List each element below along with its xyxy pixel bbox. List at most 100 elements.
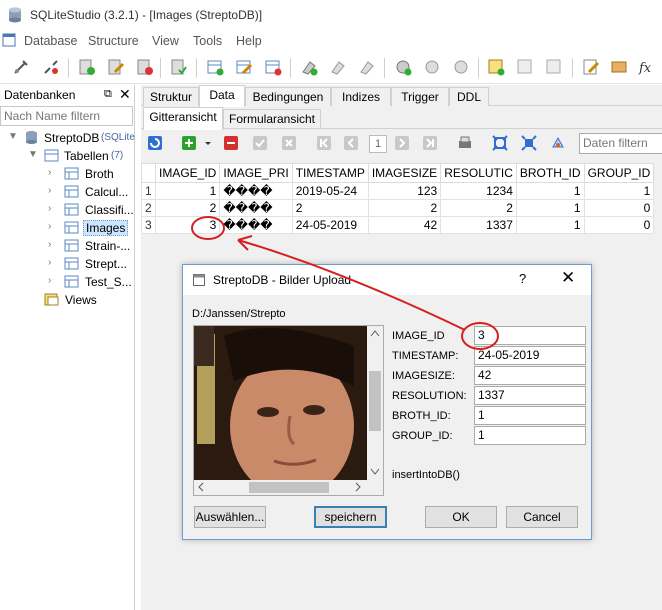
cell-group-id[interactable]: 0 bbox=[583, 216, 655, 234]
column-header[interactable]: IMAGESIZE bbox=[367, 163, 442, 183]
cell-timestamp[interactable]: 2019-05-24 bbox=[291, 182, 369, 200]
tree-table-item-selected[interactable]: › Images bbox=[0, 219, 135, 237]
cell-group-id[interactable]: 0 bbox=[583, 199, 655, 217]
cell-image-blob[interactable]: ���� bbox=[219, 182, 293, 200]
tree-table-item[interactable]: › Broth bbox=[0, 165, 135, 183]
tree-tables-folder[interactable]: ▼ Tabellen (7) bbox=[0, 147, 135, 165]
export-icon[interactable] bbox=[457, 135, 473, 151]
column-header[interactable]: TIMESTAMP bbox=[291, 163, 369, 183]
cell-timestamp[interactable]: 24-05-2019 bbox=[291, 216, 369, 234]
tree-table-item[interactable]: › Calcul... bbox=[0, 183, 135, 201]
rollback-icon[interactable] bbox=[281, 135, 297, 151]
dialog-close-button[interactable]: ✕ bbox=[561, 268, 575, 288]
tab-ddl[interactable]: DDL bbox=[449, 87, 489, 106]
data-options-icon[interactable] bbox=[550, 135, 566, 151]
expand-arrow-icon[interactable]: › bbox=[48, 185, 51, 196]
cell-resolution[interactable]: 2 bbox=[440, 199, 517, 217]
grid-mode-alt-icon[interactable] bbox=[521, 135, 537, 151]
tab-grid-view[interactable]: Gitteransicht bbox=[143, 107, 223, 130]
grid-corner[interactable] bbox=[141, 163, 156, 183]
column-header[interactable]: IMAGE_PRI bbox=[219, 163, 293, 183]
tab-struktur[interactable]: Struktur bbox=[143, 87, 199, 106]
tab-data[interactable]: Data bbox=[199, 85, 245, 107]
column-header[interactable]: IMAGE_ID bbox=[154, 163, 221, 183]
close-panel-icon[interactable]: ✕ bbox=[119, 86, 131, 103]
functions-fx-icon[interactable]: fx bbox=[638, 58, 656, 76]
cell-imagesize[interactable]: 123 bbox=[367, 182, 442, 200]
expand-arrow-icon[interactable]: › bbox=[48, 203, 51, 214]
image-preview-area[interactable] bbox=[193, 325, 384, 496]
expand-arrow-icon[interactable]: › bbox=[48, 167, 51, 178]
row-number[interactable]: 1 bbox=[141, 182, 156, 200]
group-id-input[interactable]: 1 bbox=[474, 426, 586, 445]
choose-image-button[interactable]: Auswählen... bbox=[194, 506, 266, 528]
float-panel-icon[interactable]: ⧉ bbox=[104, 88, 112, 101]
cell-image-blob[interactable]: ���� bbox=[219, 216, 293, 234]
resolution-input[interactable]: 1337 bbox=[474, 386, 586, 405]
add-table-icon[interactable] bbox=[206, 58, 224, 76]
imagesize-input[interactable]: 42 bbox=[474, 366, 586, 385]
cancel-button[interactable]: Cancel bbox=[506, 506, 578, 528]
column-header[interactable]: BROTH_ID bbox=[515, 163, 585, 183]
cell-image-blob[interactable]: ���� bbox=[219, 199, 293, 217]
tab-indizes[interactable]: Indizes bbox=[331, 87, 391, 106]
save-button[interactable]: speichern bbox=[314, 506, 387, 528]
add-row-dropdown-icon[interactable] bbox=[203, 135, 213, 151]
cell-image-id[interactable]: 2 bbox=[154, 199, 221, 217]
expand-arrow-icon[interactable]: › bbox=[48, 275, 51, 286]
cell-image-id[interactable]: 1 bbox=[154, 182, 221, 200]
tab-trigger[interactable]: Trigger bbox=[391, 87, 449, 106]
edit-index-icon[interactable] bbox=[329, 58, 347, 76]
tree-table-item[interactable]: › Strain-... bbox=[0, 237, 135, 255]
next-page-icon[interactable] bbox=[394, 135, 410, 151]
row-number[interactable]: 3 bbox=[141, 216, 156, 234]
help-button[interactable]: ? bbox=[519, 271, 526, 286]
data-filter-input[interactable]: Daten filtern bbox=[579, 133, 662, 154]
tree-views-folder[interactable]: Views bbox=[0, 291, 135, 309]
table-row[interactable]: 3 3 ���� 24-05-2019 42 1337 1 0 bbox=[141, 216, 655, 234]
refresh-db-icon[interactable] bbox=[170, 58, 188, 76]
page-number-input[interactable]: 1 bbox=[369, 135, 387, 153]
edit-sql-icon[interactable] bbox=[582, 58, 600, 76]
delete-trigger-icon[interactable] bbox=[452, 58, 470, 76]
expand-arrow-icon[interactable]: › bbox=[48, 221, 51, 232]
cell-imagesize[interactable]: 42 bbox=[367, 216, 442, 234]
row-number[interactable]: 2 bbox=[141, 199, 156, 217]
add-trigger-icon[interactable] bbox=[394, 58, 412, 76]
first-page-icon[interactable] bbox=[316, 135, 332, 151]
cell-broth-id[interactable]: 1 bbox=[515, 216, 585, 234]
table-row[interactable]: 2 2 ���� 2 2 2 1 0 bbox=[141, 199, 655, 217]
sql-editor-icon[interactable] bbox=[610, 58, 628, 76]
remove-db-icon[interactable] bbox=[136, 58, 154, 76]
image-id-input[interactable]: 3 bbox=[474, 326, 586, 345]
column-header[interactable]: GROUP_ID bbox=[583, 163, 655, 183]
edit-table-icon[interactable] bbox=[235, 58, 253, 76]
cell-resolution[interactable]: 1234 bbox=[440, 182, 517, 200]
delete-view-icon[interactable] bbox=[545, 58, 563, 76]
menu-structure[interactable]: Structure bbox=[88, 34, 139, 48]
column-header[interactable]: RESOLUTIC bbox=[440, 163, 517, 183]
tree-table-item[interactable]: › Test_S... bbox=[0, 273, 135, 291]
tab-form-view[interactable]: Formularansicht bbox=[223, 109, 321, 129]
cell-broth-id[interactable]: 1 bbox=[515, 199, 585, 217]
edit-view-icon[interactable] bbox=[516, 58, 534, 76]
cell-resolution[interactable]: 1337 bbox=[440, 216, 517, 234]
menu-help[interactable]: Help bbox=[236, 34, 262, 48]
edit-trigger-icon[interactable] bbox=[423, 58, 441, 76]
edit-db-icon[interactable] bbox=[107, 58, 125, 76]
cell-timestamp[interactable]: 2 bbox=[291, 199, 369, 217]
collapse-arrow-icon[interactable]: ▼ bbox=[28, 149, 38, 160]
db-filter-input[interactable]: Nach Name filtern bbox=[0, 106, 133, 126]
broth-id-input[interactable]: 1 bbox=[474, 406, 586, 425]
cell-image-id[interactable]: 3 bbox=[154, 216, 221, 234]
cell-group-id[interactable]: 1 bbox=[583, 182, 655, 200]
cell-imagesize[interactable]: 2 bbox=[367, 199, 442, 217]
connect-db-icon[interactable] bbox=[12, 58, 30, 76]
commit-icon[interactable] bbox=[252, 135, 268, 151]
cell-broth-id[interactable]: 1 bbox=[515, 182, 585, 200]
expand-arrow-icon[interactable]: › bbox=[48, 257, 51, 268]
disconnect-db-icon[interactable] bbox=[42, 58, 60, 76]
grid-mode-icon[interactable] bbox=[492, 135, 508, 151]
timestamp-input[interactable]: 24-05-2019 bbox=[474, 346, 586, 365]
menu-view[interactable]: View bbox=[152, 34, 179, 48]
